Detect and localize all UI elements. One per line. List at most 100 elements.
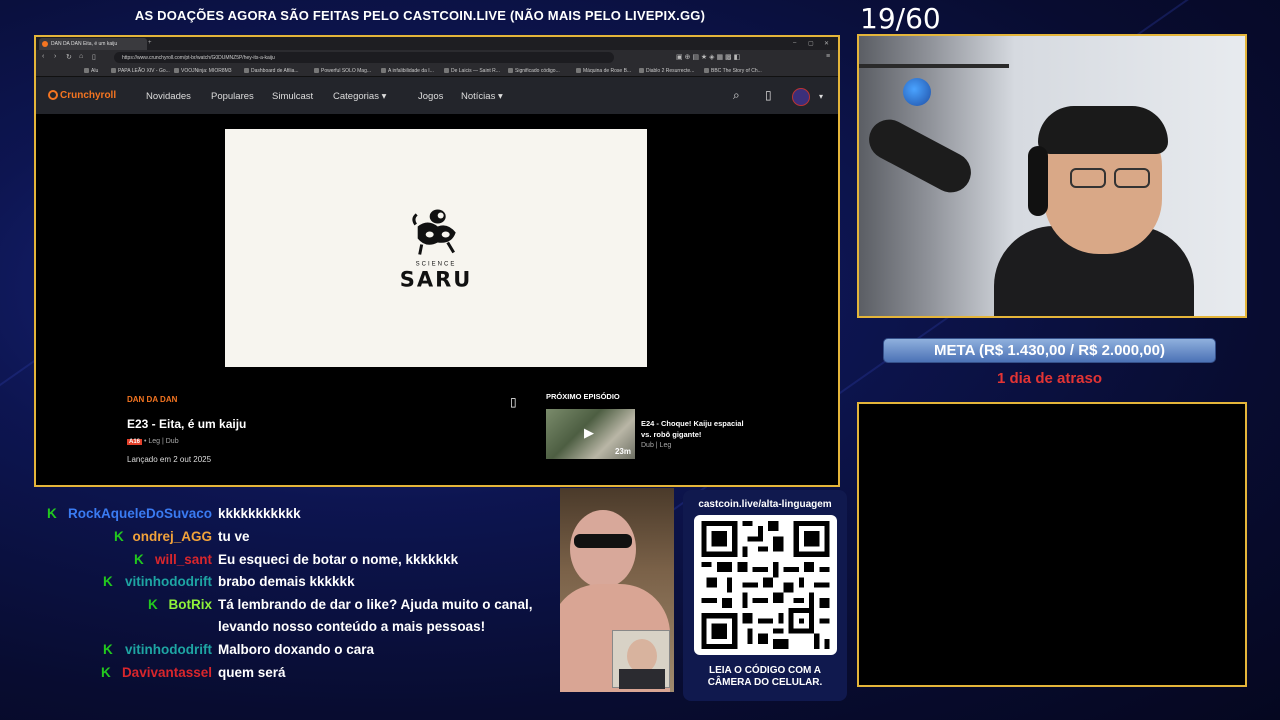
kick-icon: K: [103, 642, 113, 657]
bookmark-item[interactable]: De Laicis — Saint R...: [444, 68, 500, 74]
donation-goal-bar: META (R$ 1.430,00 / R$ 2.000,00): [883, 338, 1216, 363]
bookmark-item[interactable]: Máquina de Rose B...: [576, 68, 631, 74]
next-episode-title[interactable]: E24 - Choque! Kaiju espacial vs. robô gi…: [641, 418, 746, 440]
qr-caption-line: CÂMERA DO CELULAR.: [707, 677, 823, 688]
chat-message-continuation: levando nosso conteúdo a mais pessoas!: [0, 616, 555, 638]
empty-overlay-panel: [857, 402, 1247, 687]
tab-title: DAN DA DAN Eita, é um kaiju: [51, 41, 118, 47]
save-episode-icon[interactable]: ▯: [510, 395, 517, 409]
nav-simulcast[interactable]: Simulcast: [272, 91, 313, 102]
bookmark-item[interactable]: Alu: [84, 68, 98, 74]
browser-window: DAN DA DAN Eita, é um kaiju + – ▢ ✕ ‹ › …: [34, 35, 840, 487]
studio-logo: SCIENCE SARU: [400, 205, 473, 292]
qr-code-icon: [701, 521, 830, 649]
bookmark-item[interactable]: PAPA LEÃO XIV - Go...: [111, 68, 170, 74]
qr-code[interactable]: [694, 515, 837, 655]
photo-inset: [612, 630, 670, 689]
avatar[interactable]: [792, 88, 810, 109]
chat-username: RockAqueleDoSuvaco: [67, 506, 212, 521]
chat-text: Eu esqueci de botar o nome, kkkkkkk: [218, 552, 459, 567]
forward-icon[interactable]: ›: [54, 53, 56, 60]
series-link[interactable]: DAN DA DAN: [127, 395, 177, 404]
address-bar[interactable]: https://www.crunchyroll.com/pt-br/watch/…: [114, 52, 614, 63]
streamer-webcam: [857, 34, 1247, 318]
nav-populares[interactable]: Populares: [211, 91, 254, 102]
chat-text: Malboro doxando o cara: [218, 642, 375, 657]
sunglasses: [574, 534, 632, 548]
chat-username: will_sant: [154, 552, 212, 567]
rating-badge: A16: [127, 439, 143, 445]
video-player[interactable]: SCIENCE SARU: [225, 129, 647, 367]
tab-bar: DAN DA DAN Eita, é um kaiju + – ▢ ✕: [36, 37, 838, 50]
watchlist-icon[interactable]: ▯: [765, 88, 772, 102]
maximize-icon[interactable]: ▢: [808, 40, 814, 47]
donation-banner: AS DOAÇÕES AGORA SÃO FEITAS PELO CASTCOI…: [134, 8, 706, 23]
nav-categorias[interactable]: Categorias ▾: [333, 91, 386, 102]
reload-icon[interactable]: ↻: [66, 53, 72, 61]
bookmark-item[interactable]: VOOJNinja: MIOR8M3: [174, 68, 232, 74]
chat-message: K vitinhododrift Malboro doxando o cara: [0, 639, 555, 661]
chevron-down-icon: ▾: [497, 91, 503, 102]
chevron-down-icon[interactable]: ▾: [819, 92, 823, 101]
chat-message: K Davivantassel quem será: [0, 662, 555, 684]
home-icon[interactable]: ⌂: [79, 53, 83, 60]
chat-message: K ondrej_AGG tu ve: [0, 526, 555, 548]
chevron-down-icon: ▾: [381, 91, 387, 102]
bookmark-item[interactable]: Powerful SOLO Mag...: [314, 68, 371, 74]
chat-username: ondrej_AGG: [132, 529, 212, 544]
chat-text: Tá lembrando de dar o like? Ajuda muito …: [218, 597, 533, 612]
chat-message: K BotRix Tá lembrando de dar o like? Aju…: [0, 594, 555, 616]
chat-text: kkkkkkkkkkk: [218, 506, 301, 521]
chat-overlay: K RockAqueleDoSuvaco kkkkkkkkkkk K ondre…: [0, 490, 555, 720]
episode-duration: 23m: [614, 447, 631, 456]
chat-message: K will_sant Eu esqueci de botar o nome, …: [0, 549, 555, 571]
menu-icon[interactable]: ≡: [826, 53, 830, 60]
crunchyroll-logo-icon: [48, 90, 58, 100]
audio-options: • Leg | Dub: [143, 438, 179, 445]
chat-text: brabo demais kkkkkk: [218, 574, 355, 589]
saru-monkey-icon: [412, 209, 456, 255]
chat-text: quem será: [218, 665, 286, 680]
bookmark-item[interactable]: Dashboard de Afilia...: [244, 68, 299, 74]
browser-tab[interactable]: DAN DA DAN Eita, é um kaiju: [39, 38, 147, 50]
play-icon: ▶: [584, 425, 594, 440]
globe: [903, 78, 931, 106]
search-icon[interactable]: ⌕: [733, 88, 740, 103]
bookmarks-bar: Alu PAPA LEÃO XIV - Go... VOOJNinja: MIO…: [36, 65, 838, 77]
donation-url: castcoin.live/alta-linguagem: [698, 499, 832, 510]
episode-meta: A16 • Leg | Dub: [127, 438, 179, 445]
next-episode-thumbnail[interactable]: ▶ 23m: [546, 409, 635, 459]
kick-icon: K: [134, 552, 144, 567]
nav-jogos[interactable]: Jogos: [418, 91, 443, 102]
chat-text: tu ve: [218, 529, 250, 544]
close-icon[interactable]: ✕: [824, 40, 829, 47]
kick-icon: K: [101, 665, 111, 680]
new-tab-icon[interactable]: +: [148, 40, 152, 46]
nav-noticias[interactable]: Notícias ▾: [461, 91, 503, 102]
chat-username: Davivantassel: [121, 665, 212, 680]
kick-icon: K: [103, 574, 113, 589]
chat-message: K vitinhododrift brabo demais kkkkkk: [0, 571, 555, 593]
person-head: [570, 510, 636, 588]
like-counter: 19/60: [860, 2, 941, 35]
chat-username: BotRix: [168, 597, 213, 612]
kick-icon: K: [47, 506, 57, 521]
kick-icon: K: [114, 529, 124, 544]
bookmark-item[interactable]: BBC The Story of Ch...: [704, 68, 762, 74]
studio-logo-text: SARU: [399, 267, 473, 292]
next-episode-audio: Dub | Leg: [641, 442, 672, 449]
crunchyroll-logo[interactable]: Crunchyroll: [48, 90, 116, 101]
back-icon[interactable]: ‹: [42, 53, 44, 60]
nav-novidades[interactable]: Novidades: [146, 91, 191, 102]
crunchyroll-favicon-icon: [42, 41, 48, 47]
donation-qr-card: castcoin.live/alta-linguagem LEIA O CÓDI…: [683, 490, 847, 701]
minimize-icon[interactable]: –: [793, 40, 796, 46]
bookmark-item[interactable]: A infalibilidade da I...: [381, 68, 434, 74]
next-episode-heading: PRÓXIMO EPISÓDIO: [546, 392, 620, 401]
nav-bar: ‹ › ↻ ⌂ ▯ https://www.crunchyroll.com/pt…: [36, 50, 838, 65]
kick-icon: K: [148, 597, 158, 612]
bookmark-item[interactable]: Significado código...: [508, 68, 560, 74]
extensions-icon[interactable]: ▣ ⊕ ▤ ★ ◈ ▦ ▩ ◧: [676, 53, 740, 61]
bookmark-item[interactable]: Diablo 2 Resurrecte...: [639, 68, 694, 74]
bookmark-icon[interactable]: ▯: [92, 53, 96, 61]
